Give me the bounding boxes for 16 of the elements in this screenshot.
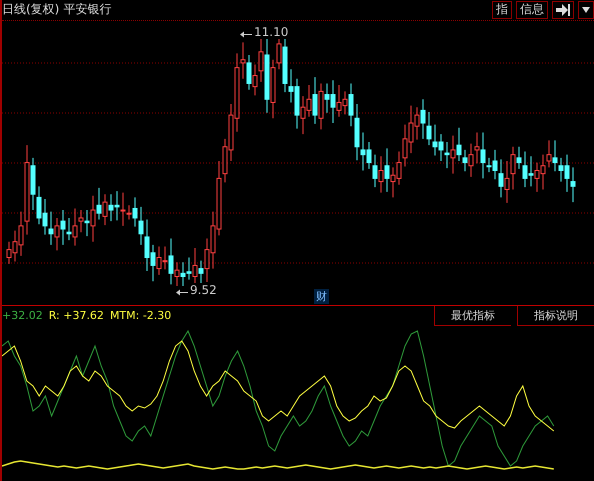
indicator-tab[interactable]: 最优指标: [434, 306, 511, 326]
leader-line: [176, 288, 188, 296]
arrow-to-bar-icon[interactable]: [552, 0, 574, 19]
event-marker[interactable]: 财: [314, 288, 329, 304]
chart-period-label: 日线(复权): [2, 1, 60, 18]
toolbar-button[interactable]: 信息: [516, 0, 548, 19]
high-price-label: 11.10: [254, 24, 288, 39]
indicator-reading: R: +37.62: [48, 309, 104, 322]
low-price-label: 9.52: [190, 282, 217, 297]
leader-line: [240, 30, 252, 38]
toolbar-button[interactable]: 指: [492, 0, 512, 19]
indicator-reading: MTM: -2.30: [110, 309, 172, 322]
stock-name: 平安银行: [63, 1, 112, 18]
indicator-tab[interactable]: 指标说明: [517, 306, 594, 326]
dropdown-caret-icon[interactable]: [578, 0, 594, 19]
indicator-reading: +32.02: [2, 309, 43, 322]
